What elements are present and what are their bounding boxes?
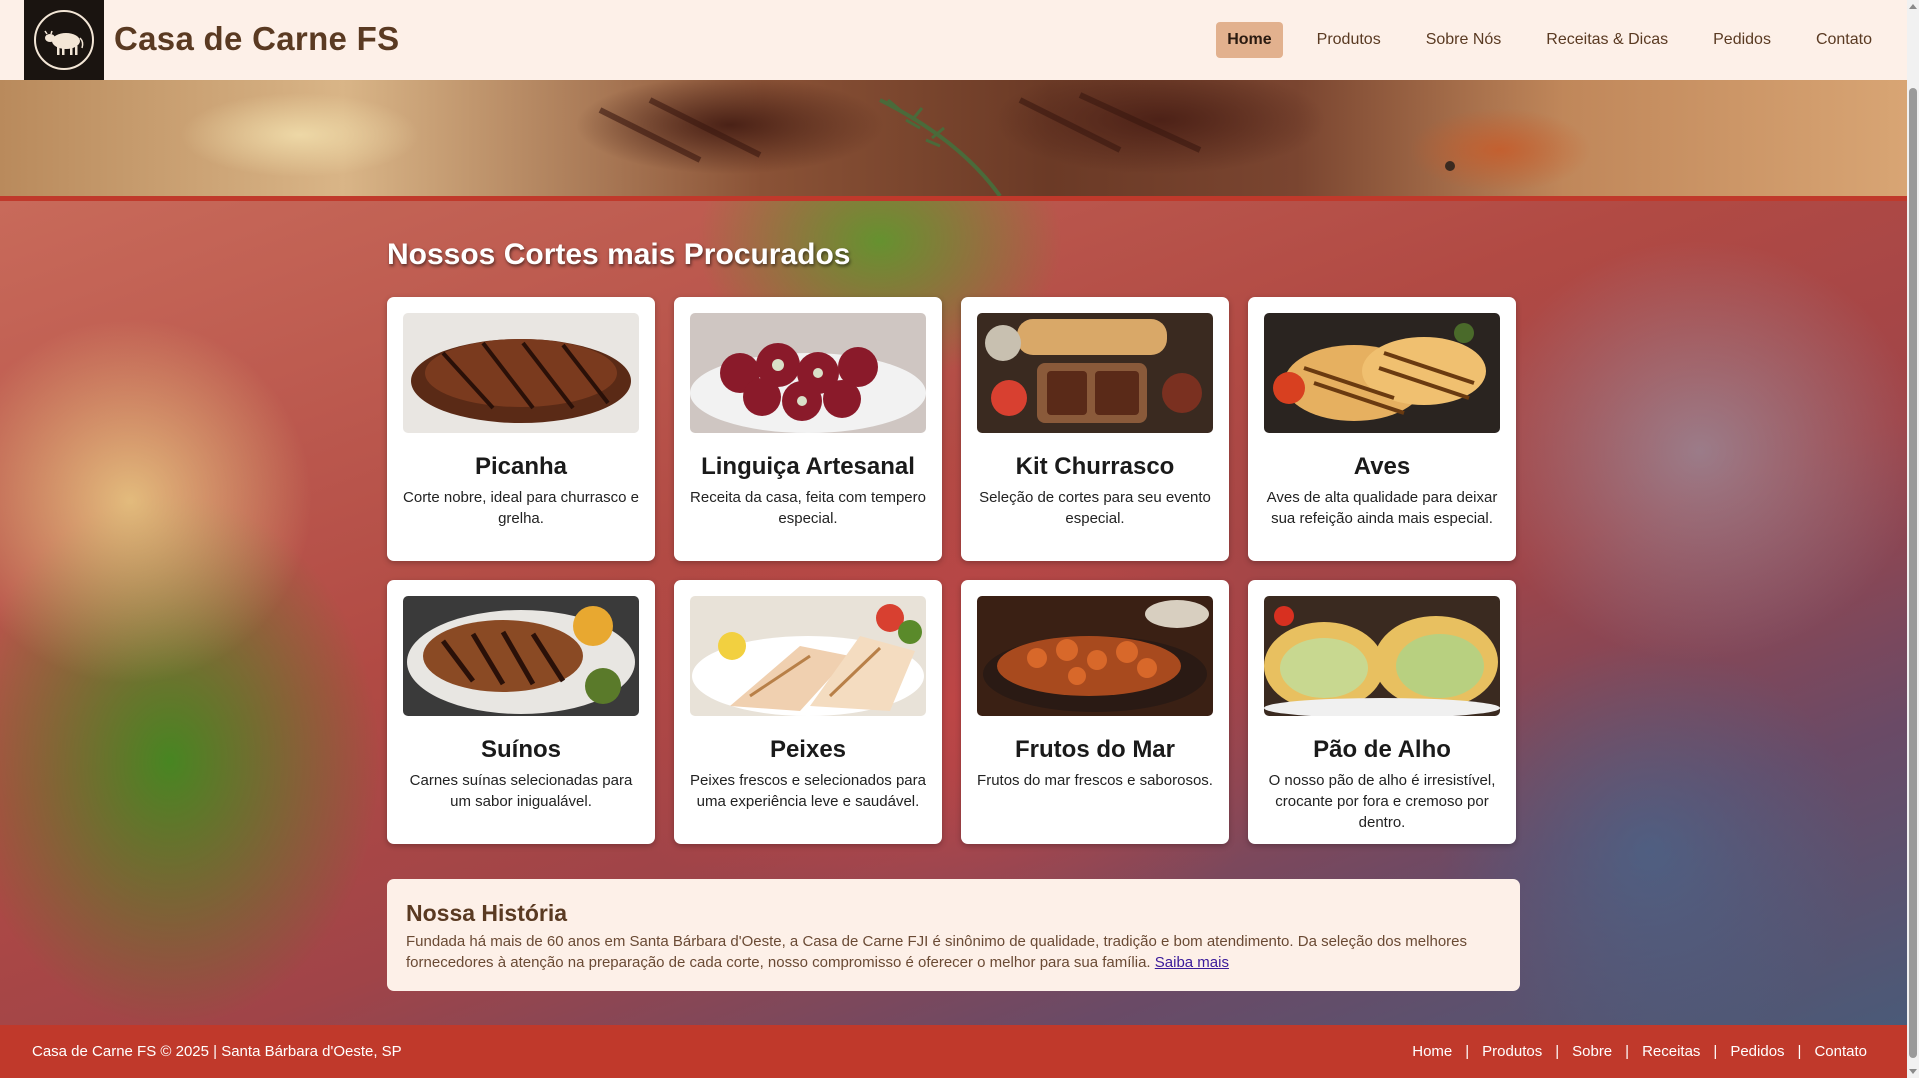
site-header: Casa de Carne FS Home Produtos Sobre Nós Re…: [0, 0, 1907, 80]
product-description: O nosso pão de alho é irresistível, croc…: [1268, 772, 1496, 831]
product-description: Seleção de cortes para seu evento especi…: [979, 489, 1211, 527]
vertical-scrollbar[interactable]: [1907, 0, 1919, 1078]
logo[interactable]: [24, 0, 104, 80]
hero-image: [598, 92, 1455, 198]
product-card-kit-churrasco[interactable]: Kit Churrasco Seleção de cortes para seu …: [961, 297, 1229, 561]
history-title: Nossa História: [406, 900, 568, 926]
scroll-down-icon[interactable]: [1909, 1069, 1917, 1074]
nav-item-receitas-dicas[interactable]: Receitas & Dicas: [1535, 22, 1679, 58]
footer-separator: |: [1465, 1043, 1470, 1060]
product-description: Receita da casa, feita com tempero espec…: [690, 489, 926, 527]
product-card-suinos[interactable]: Suínos Carnes suínas selecionadas para um…: [387, 580, 655, 844]
peixes-photo[interactable]: [690, 596, 926, 716]
footer-separator: |: [1625, 1043, 1630, 1060]
nav-item-contato[interactable]: Contato: [1805, 22, 1883, 58]
product-title: Kit Churrasco: [1015, 453, 1175, 480]
main-nav: Home Produtos Sobre Nós Receitas & Dicas Ped…: [1193, 22, 1883, 58]
frutos-do-mar-photo[interactable]: [977, 596, 1213, 716]
nav-item-pedidos[interactable]: Pedidos: [1702, 22, 1782, 58]
history-body: Fundada há mais de 60 anos em Santa Bárb…: [406, 933, 1467, 971]
suinos-photo[interactable]: [403, 596, 639, 716]
product-title: Frutos do Mar: [1015, 736, 1175, 763]
history-section: Nossa História Fundada há mais de 60 ano…: [387, 879, 1520, 991]
product-card-aves[interactable]: Aves Aves de alta qualidade para deixar s…: [1248, 297, 1516, 561]
product-card-peixes[interactable]: Peixes Peixes frescos e selecionados para…: [674, 580, 942, 844]
product-description: Aves de alta qualidade para deixar sua r…: [1266, 489, 1498, 527]
picanha-photo[interactable]: [403, 313, 639, 433]
product-card-frutos-do-mar[interactable]: Frutos do Mar Frutos do mar frescos e sab…: [961, 580, 1229, 844]
footer-link-produtos[interactable]: Produtos: [1482, 1043, 1542, 1060]
nav-item-home[interactable]: Home: [1216, 22, 1283, 58]
product-title: Aves: [1353, 453, 1411, 480]
cow-icon: [34, 10, 94, 70]
product-card-picanha[interactable]: Picanha Corte nobre, ideal para churrasco…: [387, 297, 655, 561]
history-text: Fundada há mais de 60 anos em Santa Bárb…: [406, 931, 1501, 973]
product-card-linguica-artesanal[interactable]: Linguiça Artesanal Receita da casa, feita…: [674, 297, 942, 561]
footer-separator: |: [1713, 1043, 1718, 1060]
linguica-photo[interactable]: [690, 313, 926, 433]
product-description: Frutos do mar frescos e saborosos.: [977, 772, 1213, 789]
scroll-up-icon[interactable]: [1909, 4, 1917, 9]
footer-separator: |: [1555, 1043, 1560, 1060]
product-title: Picanha: [474, 453, 568, 480]
footer-link-home[interactable]: Home: [1412, 1043, 1452, 1060]
section-title: Nossos Cortes mais Procurados: [387, 238, 851, 271]
site-title[interactable]: Casa de Carne FS: [114, 20, 399, 58]
product-title: Pão de Alho: [1313, 736, 1451, 763]
product-title: Suínos: [480, 736, 561, 763]
product-description: Peixes frescos e selecionados para uma e…: [690, 772, 926, 810]
footer-copyright: Casa de Carne FS © 2025 | Santa Bárbara …: [32, 1043, 402, 1060]
footer-link-contato[interactable]: Contato: [1814, 1043, 1867, 1060]
product-title: Peixes: [769, 736, 847, 763]
footer-link-receitas[interactable]: Receitas: [1642, 1043, 1700, 1060]
product-description: Corte nobre, ideal para churrasco e grel…: [403, 489, 639, 527]
nav-item-sobre-n-s[interactable]: Sobre Nós: [1415, 22, 1513, 58]
nav-item-produtos[interactable]: Produtos: [1306, 22, 1392, 58]
saiba-mais-link[interactable]: Saiba mais: [1155, 954, 1229, 971]
aves-photo[interactable]: [1264, 313, 1500, 433]
product-grid: Picanha Corte nobre, ideal para churrasco…: [387, 297, 1520, 844]
footer-separator: |: [1797, 1043, 1802, 1060]
footer-nav: Home | Produtos | Sobre | Receitas | Pedidos | Con…: [1412, 1043, 1867, 1060]
site-footer: Casa de Carne FS © 2025 | Santa Bárbara …: [0, 1025, 1907, 1078]
hero-banner: [0, 80, 1907, 198]
kit-churrasco-photo[interactable]: [977, 313, 1213, 433]
product-description: Carnes suínas selecionadas para um sabor…: [409, 772, 633, 810]
footer-link-pedidos[interactable]: Pedidos: [1730, 1043, 1784, 1060]
product-card-pao-de-alho[interactable]: Pão de Alho O nosso pão de alho é irresis…: [1248, 580, 1516, 844]
page: Casa de Carne FS Home Produtos Sobre Nós Re…: [0, 0, 1907, 1078]
product-title: Linguiça Artesanal: [701, 453, 915, 480]
scroll-thumb[interactable]: [1909, 88, 1917, 1058]
footer-link-sobre[interactable]: Sobre: [1572, 1043, 1612, 1060]
pao-de-alho-photo[interactable]: [1264, 596, 1500, 716]
